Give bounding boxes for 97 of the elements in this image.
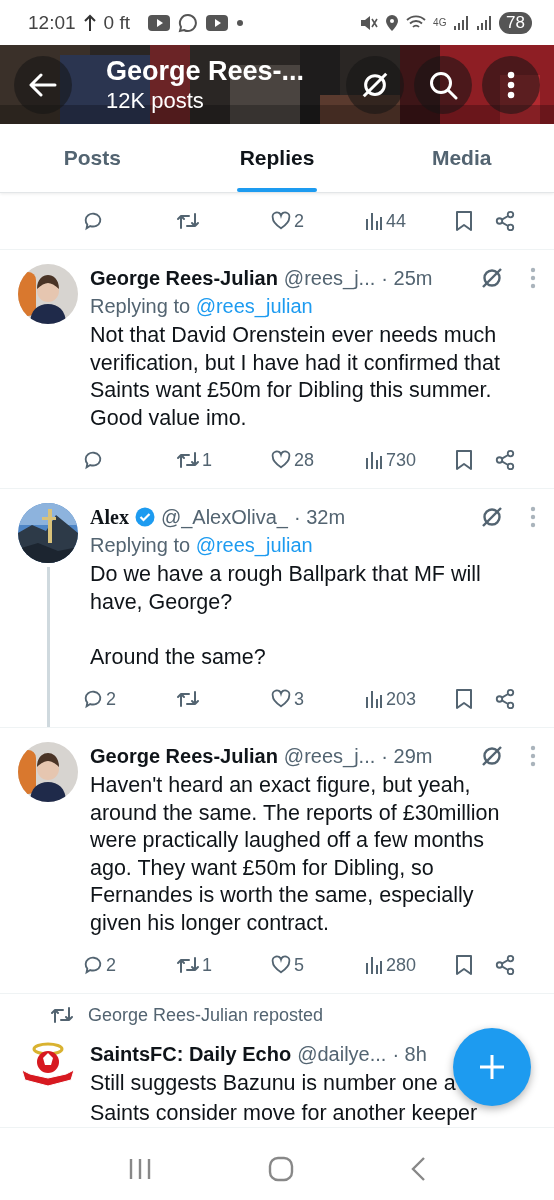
reply-button[interactable] xyxy=(82,449,104,471)
repost-button[interactable]: 1 xyxy=(176,449,212,471)
up-arrow-icon xyxy=(83,13,96,32)
bar-chart-icon xyxy=(364,689,384,709)
like-button[interactable]: 5 xyxy=(270,954,304,976)
tab[interactable]: Posts xyxy=(0,124,185,192)
recent-apps-icon xyxy=(128,1158,152,1180)
author-handle: @rees_j... xyxy=(283,744,376,770)
home-icon xyxy=(268,1156,294,1182)
author-name[interactable]: SaintsFC: Daily Echo xyxy=(90,1040,292,1068)
author-handle: @rees_j... xyxy=(283,266,376,292)
bar-chart-icon xyxy=(364,450,384,470)
tab[interactable]: Media xyxy=(369,124,554,192)
bookmark-icon xyxy=(454,449,474,471)
share-button[interactable] xyxy=(494,210,516,232)
heart-icon xyxy=(270,954,292,976)
network-type: 4G xyxy=(433,17,447,28)
like-button[interactable]: 2 xyxy=(270,210,304,232)
bar-chart-icon xyxy=(364,955,384,975)
more-icon xyxy=(507,70,515,99)
tab[interactable]: Replies xyxy=(184,124,370,192)
share-icon xyxy=(494,449,516,471)
play-icon xyxy=(147,14,170,31)
replying-to-text: Replying to @rees_julian xyxy=(90,533,314,559)
reply-icon xyxy=(82,954,104,976)
like-button[interactable]: 3 xyxy=(270,688,304,710)
repost-icon xyxy=(176,954,200,976)
dot-icon xyxy=(235,18,244,27)
plus-icon xyxy=(479,1054,505,1080)
location-pin-icon xyxy=(385,13,400,32)
slashed-circle-icon[interactable] xyxy=(480,744,504,768)
bookmark-button[interactable] xyxy=(454,449,474,471)
post-time: · 29m xyxy=(381,744,433,769)
reply-button[interactable] xyxy=(82,210,104,232)
views-button[interactable]: 203 xyxy=(364,688,417,710)
bookmark-icon xyxy=(454,210,474,232)
heart-icon xyxy=(270,449,292,471)
repost-button[interactable]: 1 xyxy=(176,954,212,976)
search-icon xyxy=(428,69,458,100)
mute-icon xyxy=(360,13,379,32)
author-handle: @dailye... xyxy=(297,1042,387,1067)
post-count: 12K posts xyxy=(106,86,205,115)
play-icon xyxy=(205,14,228,31)
bookmark-icon xyxy=(454,954,474,976)
repost-icon xyxy=(50,1004,74,1026)
bookmark-button[interactable] xyxy=(454,688,474,710)
author-name[interactable]: George Rees-Julian xyxy=(90,742,278,770)
replying-to-text: Replying to @rees_julian xyxy=(90,294,314,320)
share-button[interactable] xyxy=(494,688,516,710)
share-icon xyxy=(494,210,516,232)
post-text: Haven't heard an exact figure, but yeah, around the same. The reports of £30million were practically laughed off a few months ago. They want £50m for Dibling, so Fernandes is worth the same, especially given his longer contract. xyxy=(90,772,501,937)
clock-time: 12:01 xyxy=(28,11,76,34)
bookmark-button[interactable] xyxy=(454,210,474,232)
author-name[interactable]: Alex xyxy=(90,503,129,531)
post-text: Do we have a rough Ballpark that MF will have, George? Around the same? xyxy=(90,561,482,671)
share-button[interactable] xyxy=(494,954,516,976)
reply-icon xyxy=(82,449,104,471)
repost-notice: George Rees-Julian reposted xyxy=(88,1004,324,1026)
views-button[interactable]: 44 xyxy=(364,210,407,232)
share-icon xyxy=(494,954,516,976)
post-text-line: Saints consider move for another keeper xyxy=(90,1099,478,1127)
repost-icon xyxy=(176,449,200,471)
back-arrow-icon xyxy=(29,72,57,97)
distance-text: 0 ft xyxy=(103,11,130,34)
views-button[interactable]: 280 xyxy=(364,954,417,976)
post-time: · 8h xyxy=(392,1042,427,1067)
share-icon xyxy=(494,688,516,710)
like-button[interactable]: 28 xyxy=(270,449,315,471)
repost-icon xyxy=(176,210,200,232)
reply-icon xyxy=(82,688,104,710)
author-name[interactable]: George Rees-Julian xyxy=(90,264,278,292)
heart-icon xyxy=(270,210,292,232)
reply-icon xyxy=(82,210,104,232)
share-button[interactable] xyxy=(494,449,516,471)
heart-icon xyxy=(270,688,292,710)
views-button[interactable]: 730 xyxy=(364,449,417,471)
author-handle: @_AlexOliva_ xyxy=(160,505,288,531)
profile-name: George Rees-... xyxy=(106,54,306,87)
chat-bubble-icon xyxy=(177,12,198,33)
repost-button[interactable] xyxy=(176,688,200,710)
repost-button[interactable] xyxy=(176,210,200,232)
battery-level: 78 xyxy=(499,11,532,34)
post-time: · 32m xyxy=(293,505,346,530)
signal-icon xyxy=(453,14,470,31)
bar-chart-icon xyxy=(364,211,384,231)
back-chevron-icon xyxy=(410,1156,426,1182)
slashed-circle-icon[interactable] xyxy=(480,266,504,290)
post-time: · 25m xyxy=(381,266,433,291)
repost-icon xyxy=(176,688,200,710)
post-text-line: Still suggests Bazunu is number one a xyxy=(90,1070,456,1097)
bookmark-icon xyxy=(454,688,474,710)
reply-button[interactable]: 2 xyxy=(82,688,116,710)
slashed-circle-icon[interactable] xyxy=(480,505,504,529)
signal-icon xyxy=(476,14,493,31)
bookmark-button[interactable] xyxy=(454,954,474,976)
post-text: Not that David Orenstein ever needs much verification, but I have had it confirmed that Saints want £50m for Dibling this summer. Good value imo. xyxy=(90,322,501,432)
reply-button[interactable]: 2 xyxy=(82,954,116,976)
